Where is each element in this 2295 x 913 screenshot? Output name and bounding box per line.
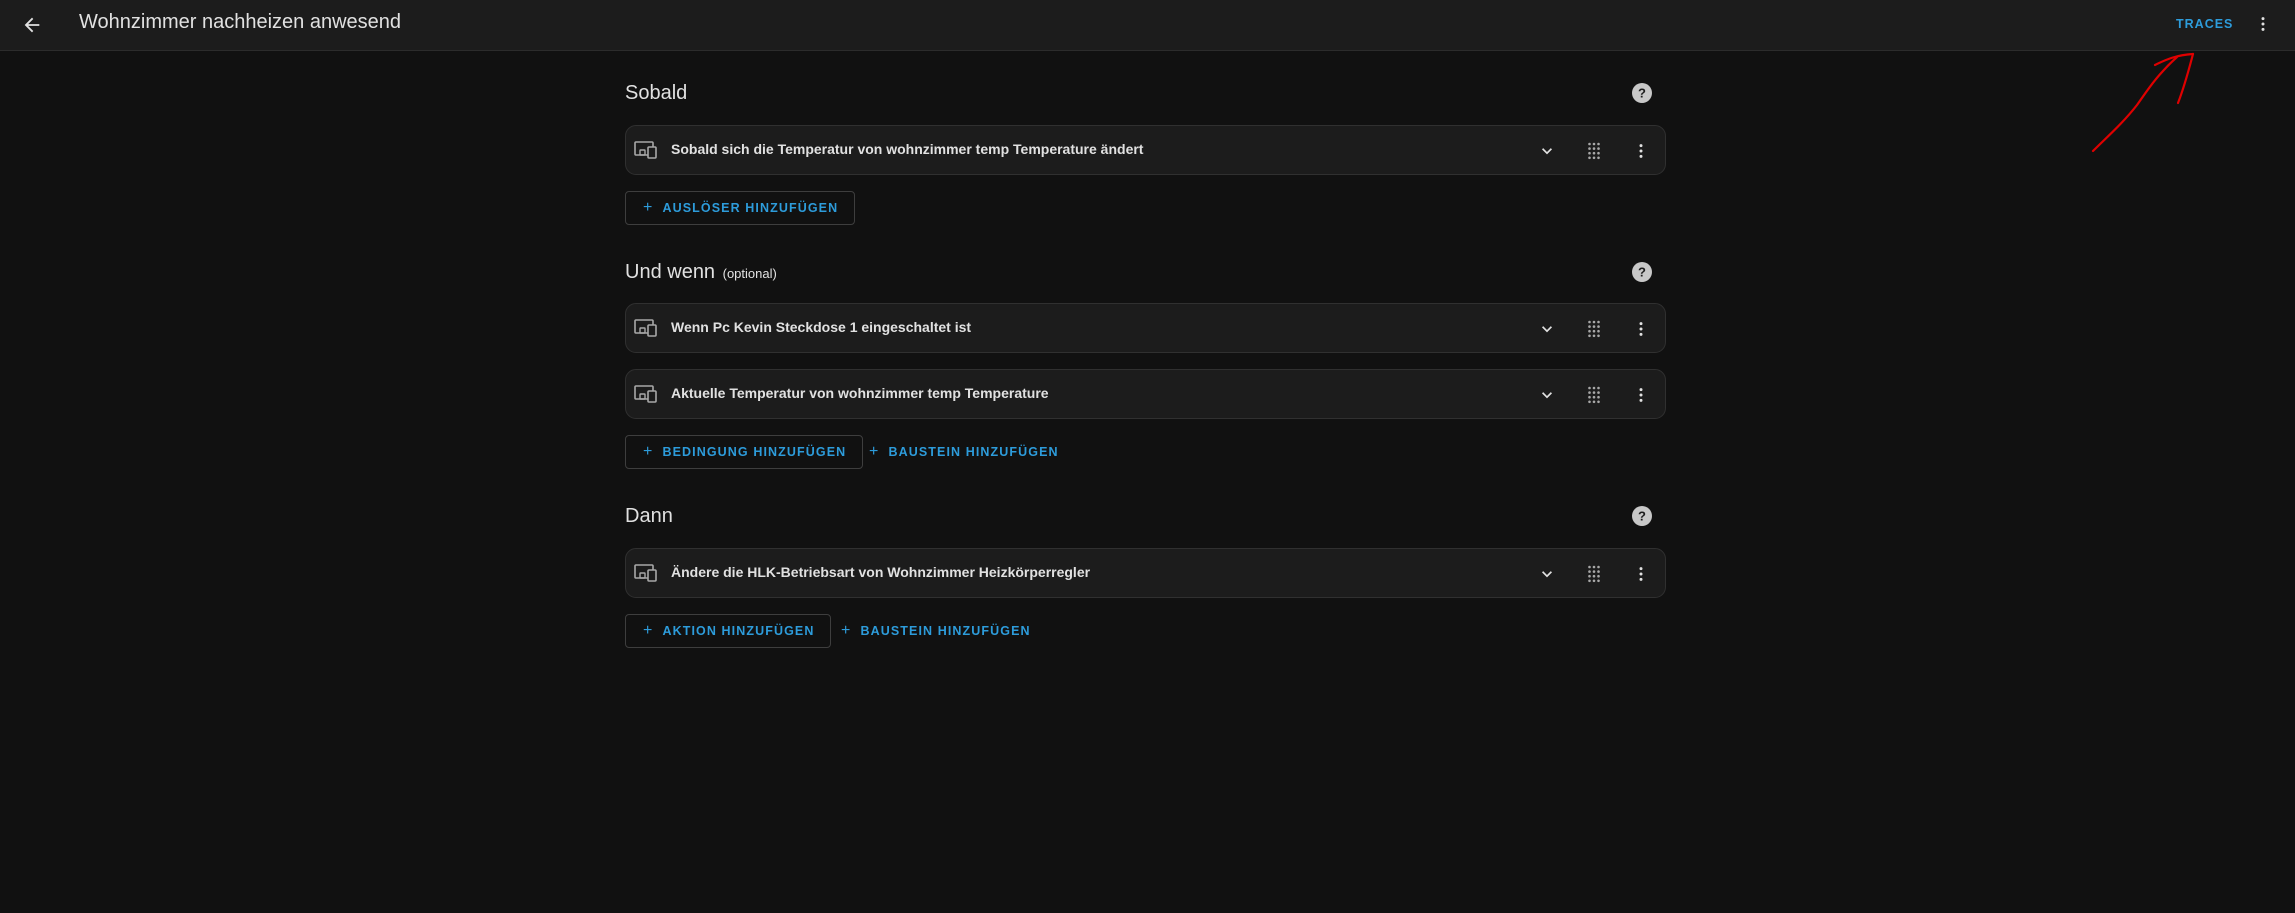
- dots-vertical-icon: [1639, 567, 1643, 581]
- expand-button[interactable]: [1534, 138, 1560, 164]
- drag-handle[interactable]: [1581, 382, 1607, 408]
- chevron-down-icon: [1542, 326, 1552, 333]
- overflow-menu-button[interactable]: [2250, 10, 2276, 38]
- actions-title-text: Dann: [625, 505, 673, 527]
- plus-icon: +: [643, 622, 654, 639]
- devices-icon: [634, 564, 657, 582]
- trigger-card[interactable]: Sobald sich die Temperatur von wohnzimme…: [625, 125, 1666, 175]
- add-building-block-label: BAUSTEIN HINZUFÜGEN: [888, 445, 1059, 459]
- add-trigger-label: AUSLÖSER HINZUFÜGEN: [662, 201, 839, 215]
- condition-card[interactable]: Wenn Pc Kevin Steckdose 1 eingeschaltet …: [625, 303, 1666, 353]
- conditions-help-button[interactable]: ?: [1631, 261, 1653, 283]
- action-card[interactable]: Ändere die HLK-Betriebsart von Wohnzimme…: [625, 548, 1666, 598]
- expand-button[interactable]: [1534, 561, 1560, 587]
- arrow-left-icon: [24, 17, 40, 33]
- expand-button[interactable]: [1534, 382, 1560, 408]
- drag-handle-icon: [1588, 386, 1600, 404]
- chevron-down-icon: [1542, 392, 1552, 399]
- conditions-subtitle: (optional): [722, 266, 777, 281]
- drag-handle[interactable]: [1581, 316, 1607, 342]
- page-title: Wohnzimmer nachheizen anwesend: [79, 11, 402, 33]
- triggers-help-button[interactable]: ?: [1631, 82, 1653, 104]
- help-circle-icon: ?: [1632, 83, 1652, 103]
- drag-handle[interactable]: [1581, 138, 1607, 164]
- dots-vertical-icon: [1639, 144, 1643, 158]
- help-circle-icon: ?: [1632, 506, 1652, 526]
- add-condition-button[interactable]: + BEDINGUNG HINZUFÜGEN: [625, 435, 864, 469]
- drag-handle-icon: [1588, 142, 1600, 160]
- triggers-section-title: Sobald: [625, 82, 687, 105]
- expand-button[interactable]: [1534, 316, 1560, 342]
- card-menu-button[interactable]: [1628, 316, 1654, 342]
- add-action-button[interactable]: + AKTION HINZUFÜGEN: [625, 614, 832, 648]
- card-menu-button[interactable]: [1628, 561, 1654, 587]
- trigger-label: Sobald sich die Temperatur von wohnzimme…: [671, 141, 1144, 157]
- add-building-block-button[interactable]: + BAUSTEIN HINZUFÜGEN: [833, 614, 1039, 648]
- traces-button[interactable]: TRACES: [2170, 13, 2239, 35]
- dots-vertical-icon: [1639, 322, 1643, 336]
- chevron-down-icon: [1542, 571, 1552, 578]
- svg-text:?: ?: [1638, 509, 1646, 524]
- add-action-label: AKTION HINZUFÜGEN: [662, 624, 815, 638]
- add-building-block-label: BAUSTEIN HINZUFÜGEN: [860, 624, 1031, 638]
- add-building-block-button[interactable]: + BAUSTEIN HINZUFÜGEN: [861, 435, 1067, 469]
- drag-handle[interactable]: [1581, 561, 1607, 587]
- plus-icon: +: [643, 443, 654, 460]
- plus-icon: +: [841, 622, 852, 639]
- card-menu-button[interactable]: [1628, 382, 1654, 408]
- plus-icon: +: [643, 199, 654, 216]
- condition-label: Wenn Pc Kevin Steckdose 1 eingeschaltet …: [671, 319, 972, 335]
- svg-text:?: ?: [1638, 86, 1646, 101]
- action-label: Ändere die HLK-Betriebsart von Wohnzimme…: [671, 564, 1091, 580]
- help-circle-icon: ?: [1632, 262, 1652, 282]
- card-menu-button[interactable]: [1628, 138, 1654, 164]
- condition-label: Aktuelle Temperatur von wohnzimmer temp …: [671, 385, 1049, 401]
- conditions-title-text: Und wenn: [625, 261, 716, 283]
- back-button[interactable]: [16, 10, 48, 40]
- dots-vertical-icon: [2261, 17, 2265, 31]
- devices-icon: [634, 319, 657, 337]
- svg-text:?: ?: [1638, 265, 1646, 280]
- red-arrow-annotation: [2091, 52, 2195, 153]
- plus-icon: +: [869, 443, 880, 460]
- conditions-section-title: Und wenn (optional): [625, 261, 777, 284]
- dots-vertical-icon: [1639, 388, 1643, 402]
- actions-section-title: Dann: [625, 505, 673, 528]
- add-condition-label: BEDINGUNG HINZUFÜGEN: [662, 445, 847, 459]
- automation-editor: Sobald ? Sobald sich die Temperatur von …: [625, 0, 1666, 913]
- triggers-title-text: Sobald: [625, 82, 688, 104]
- drag-handle-icon: [1588, 320, 1600, 338]
- chevron-down-icon: [1542, 148, 1552, 155]
- devices-icon: [634, 141, 657, 159]
- drag-handle-icon: [1588, 565, 1600, 583]
- devices-icon: [634, 385, 657, 403]
- condition-card[interactable]: Aktuelle Temperatur von wohnzimmer temp …: [625, 369, 1666, 419]
- add-trigger-button[interactable]: + AUSLÖSER HINZUFÜGEN: [625, 191, 856, 225]
- actions-help-button[interactable]: ?: [1631, 505, 1653, 527]
